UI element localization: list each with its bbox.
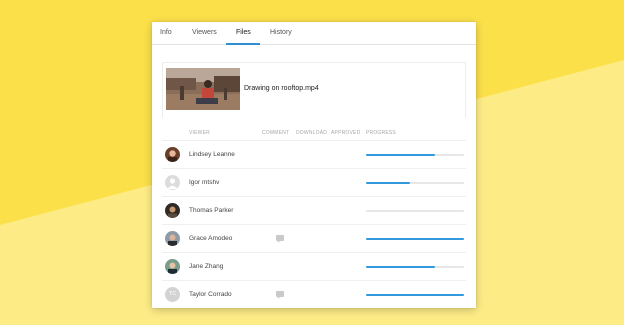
progress-bar (366, 154, 464, 156)
viewer-name: Lindsey Leanne (189, 151, 235, 158)
progress-bar (366, 266, 464, 268)
tab-info[interactable]: Info (160, 22, 172, 45)
viewer-name: Thomas Parker (189, 207, 234, 214)
viewer-name: Grace Amodeo (189, 235, 233, 242)
avatar-initials: TC (165, 287, 180, 302)
column-approved: APPROVED (331, 130, 361, 136)
file-card[interactable]: Drawing on rooftop.mp4 (162, 62, 466, 118)
tab-history[interactable]: History (270, 22, 292, 45)
viewer-list: Lindsey Leanne Igor mtshv Thomas Parker … (162, 140, 466, 304)
column-viewer: VIEWER (189, 130, 210, 136)
avatar (165, 203, 180, 218)
column-progress: PROGRESS (366, 130, 396, 136)
tab-files[interactable]: Files (236, 22, 251, 45)
video-thumbnail[interactable] (166, 68, 240, 110)
viewer-name: Igor mtshv (189, 179, 220, 186)
progress-fill (366, 238, 464, 240)
avatar-placeholder-icon (165, 175, 180, 190)
viewer-name: Taylor Corrado (189, 291, 232, 298)
progress-fill (366, 266, 435, 268)
tab-viewers[interactable]: Viewers (192, 22, 217, 45)
progress-fill (366, 294, 464, 296)
progress-bar (366, 210, 464, 212)
progress-bar (366, 294, 464, 296)
file-name: Drawing on rooftop.mp4 (244, 85, 319, 92)
column-comment: COMMENT (262, 130, 290, 136)
viewer-row[interactable]: Thomas Parker (162, 196, 466, 224)
viewer-row[interactable]: Jane Zhang (162, 252, 466, 280)
files-panel: Info Viewers Files History Drawing on ro… (152, 22, 476, 308)
progress-bar (366, 182, 464, 184)
progress-bar (366, 238, 464, 240)
comment-icon[interactable] (276, 235, 284, 243)
avatar (165, 259, 180, 274)
progress-fill (366, 154, 435, 156)
avatar (165, 147, 180, 162)
viewer-row[interactable]: Igor mtshv (162, 168, 466, 196)
viewer-name: Jane Zhang (189, 263, 224, 270)
progress-fill (366, 182, 411, 184)
viewer-row[interactable]: Grace Amodeo (162, 224, 466, 252)
active-tab-indicator (226, 43, 260, 45)
column-download: DOWNLOAD (296, 130, 328, 136)
comment-icon[interactable] (276, 291, 284, 299)
avatar (165, 231, 180, 246)
viewer-row[interactable]: Lindsey Leanne (162, 140, 466, 168)
tab-bar: Info Viewers Files History (152, 22, 476, 45)
viewer-row[interactable]: TC Taylor Corrado (162, 280, 466, 304)
